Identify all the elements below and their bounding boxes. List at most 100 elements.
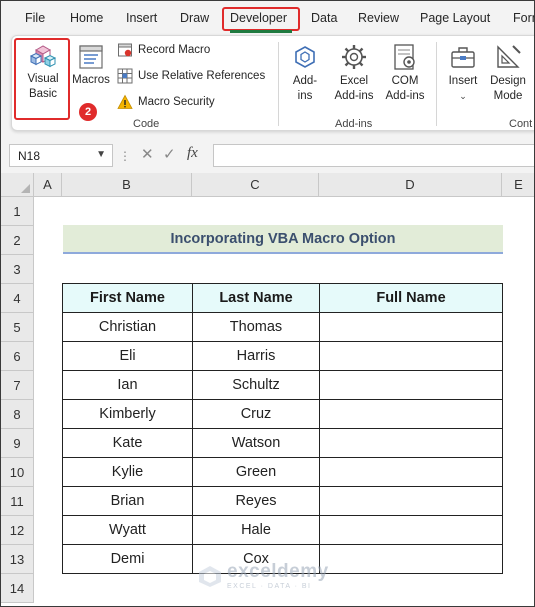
macro-security-button[interactable]: Macro Security [117, 94, 215, 110]
tab-page-layout[interactable]: Page Layout [420, 11, 490, 25]
select-all-corner[interactable] [1, 173, 34, 197]
insert-function-icon[interactable]: fx [187, 145, 198, 162]
macros-icon [79, 45, 103, 69]
first-name-cell[interactable]: Demi [62, 544, 193, 574]
last-name-cell[interactable]: Thomas [192, 312, 320, 342]
header-full-name[interactable]: Full Name [319, 283, 503, 313]
column-header-e[interactable]: E [502, 173, 534, 197]
last-name-cell[interactable]: Hale [192, 515, 320, 545]
watermark-tagline: EXCEL · DATA · BI [227, 583, 312, 590]
row-header[interactable]: 14 [1, 574, 34, 603]
first-name-cell[interactable]: Christian [62, 312, 193, 342]
full-name-cell[interactable] [319, 312, 503, 342]
table-row: Brian Reyes [62, 486, 503, 516]
excel-addins-button[interactable]: Excel Add-ins [330, 42, 378, 104]
table-row: Wyatt Hale [62, 515, 503, 545]
toolbox-icon [451, 47, 475, 68]
full-name-cell[interactable] [319, 515, 503, 545]
warning-icon [117, 94, 133, 109]
tab-home[interactable]: Home [70, 11, 103, 25]
row-header[interactable]: 1 [1, 197, 34, 226]
tab-review[interactable]: Review [358, 11, 399, 25]
macro-security-label: Macro Security [138, 96, 215, 108]
table-row: Kate Watson [62, 428, 503, 458]
full-name-cell[interactable] [319, 486, 503, 516]
first-name-cell[interactable]: Eli [62, 341, 193, 371]
visual-basic-icon [29, 45, 57, 68]
addins-button[interactable]: Add- ins [284, 42, 326, 104]
first-name-cell[interactable]: Kylie [62, 457, 193, 487]
macros-label: Macros [72, 74, 110, 86]
full-name-cell[interactable] [319, 370, 503, 400]
first-name-cell[interactable]: Kate [62, 428, 193, 458]
row-header[interactable]: 5 [1, 313, 34, 342]
header-first-name[interactable]: First Name [62, 283, 193, 313]
tab-formulas-partial[interactable]: Forn [513, 11, 534, 25]
sheet-title[interactable]: Incorporating VBA Macro Option [63, 225, 503, 254]
formula-input[interactable] [213, 144, 534, 167]
ribbon: Visual Basic 2 Macros Record Macro Use R… [11, 35, 534, 131]
more-options-icon[interactable]: ⋮ [119, 149, 131, 163]
column-header-b[interactable]: B [62, 173, 192, 197]
use-relative-references-label: Use Relative References [138, 70, 266, 82]
row-header[interactable]: 6 [1, 342, 34, 371]
row-header[interactable]: 13 [1, 545, 34, 574]
full-name-cell[interactable] [319, 341, 503, 371]
tab-data[interactable]: Data [311, 11, 337, 25]
first-name-cell[interactable]: Brian [62, 486, 193, 516]
exceldemy-logo-icon [199, 565, 221, 587]
com-addins-icon [394, 44, 415, 70]
record-macro-icon [118, 43, 132, 57]
last-name-cell[interactable]: Cruz [192, 399, 320, 429]
row-header[interactable]: 3 [1, 255, 34, 284]
first-name-cell[interactable]: Ian [62, 370, 193, 400]
full-name-cell[interactable] [319, 399, 503, 429]
use-relative-references-button[interactable]: Use Relative References [117, 68, 265, 84]
last-name-cell[interactable]: Reyes [192, 486, 320, 516]
last-name-cell[interactable]: Watson [192, 428, 320, 458]
com-addins-label-1: COM [391, 75, 419, 87]
row-header[interactable]: 9 [1, 429, 34, 458]
first-name-cell[interactable]: Kimberly [62, 399, 193, 429]
first-name-cell[interactable]: Wyatt [62, 515, 193, 545]
group-separator [278, 42, 279, 126]
row-header[interactable]: 11 [1, 487, 34, 516]
last-name-cell[interactable]: Schultz [192, 370, 320, 400]
full-name-cell[interactable] [319, 457, 503, 487]
design-mode-button[interactable]: Design Mode [486, 42, 530, 104]
cancel-icon[interactable]: ✕ [141, 145, 154, 163]
full-name-cell[interactable] [319, 544, 503, 574]
last-name-cell[interactable]: Green [192, 457, 320, 487]
insert-controls-button[interactable]: Insert ⌄ [442, 42, 484, 104]
full-name-cell[interactable] [319, 428, 503, 458]
record-macro-button[interactable]: Record Macro [117, 42, 210, 58]
column-header-d[interactable]: D [319, 173, 502, 197]
column-header-a[interactable]: A [34, 173, 62, 197]
row-header[interactable]: 10 [1, 458, 34, 487]
design-mode-label-1: Design [490, 75, 526, 87]
addins-label-2: ins [297, 90, 313, 102]
column-header-c[interactable]: C [192, 173, 319, 197]
row-header[interactable]: 2 [1, 226, 34, 255]
active-tab-underline [230, 30, 292, 33]
row-header[interactable]: 12 [1, 516, 34, 545]
name-box[interactable]: N18 ▼ [9, 144, 113, 167]
design-mode-label-2: Mode [493, 90, 523, 102]
row-header[interactable]: 7 [1, 371, 34, 400]
header-last-name[interactable]: Last Name [192, 283, 320, 313]
table-row: Ian Schultz [62, 370, 503, 400]
excel-window: File Home Insert Draw Developer Data Rev… [0, 0, 535, 607]
visual-basic-button[interactable]: Visual Basic [18, 40, 68, 102]
last-name-cell[interactable]: Harris [192, 341, 320, 371]
row-header[interactable]: 8 [1, 400, 34, 429]
com-addins-button[interactable]: COM Add-ins [381, 42, 429, 104]
step-2-badge: 2 [79, 103, 97, 121]
tab-file[interactable]: File [25, 11, 45, 25]
tab-draw[interactable]: Draw [180, 11, 209, 25]
chevron-down-icon[interactable]: ▼ [96, 149, 106, 160]
tab-insert[interactable]: Insert [126, 11, 157, 25]
macros-button[interactable]: Macros [70, 42, 112, 88]
row-header[interactable]: 4 [1, 284, 34, 313]
check-icon[interactable]: ✓ [163, 145, 176, 163]
design-mode-icon [497, 45, 521, 68]
